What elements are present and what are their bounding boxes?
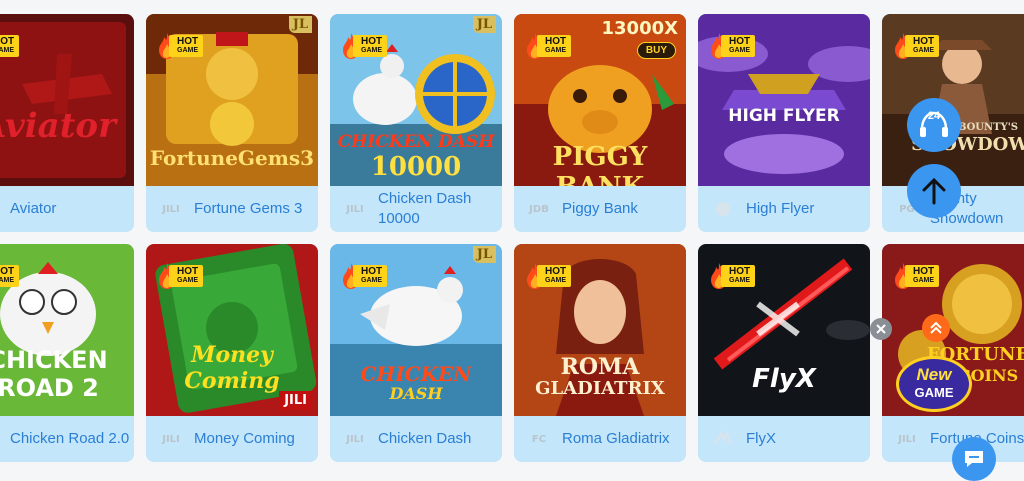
expand-promo-button[interactable] (922, 314, 950, 342)
game-name[interactable]: Fortune Gems 3 (188, 199, 306, 219)
game-logo: CHICKEN DASH (337, 132, 495, 152)
provider-logo: JDB (529, 203, 549, 215)
game-footer[interactable]: JILI Chicken Dash (330, 416, 502, 462)
game-logo: PIGGY BANK (552, 142, 648, 186)
provider-logo (706, 431, 740, 446)
game-footer[interactable]: Aviator (0, 186, 134, 232)
game-logo: FortuneGems3 (149, 146, 315, 170)
game-name[interactable]: Piggy Bank (556, 199, 642, 219)
game-footer[interactable]: JDB Piggy Bank (514, 186, 686, 232)
hot-badge: HOTGAME (524, 262, 572, 290)
game-footer[interactable]: High Flyer (698, 186, 870, 232)
hot-badge: HOTGAME (156, 262, 204, 290)
provider-badge: JL (288, 16, 312, 33)
hot-badge: HOTGAME (340, 32, 388, 60)
provider-logo: FC (531, 433, 547, 445)
game-footer[interactable]: FlyX (698, 416, 870, 462)
chevron-double-up-icon (930, 321, 942, 334)
hot-badge: HOTGAME (0, 32, 20, 60)
game-footer[interactable]: JILI Fortune Gems 3 (146, 186, 318, 232)
game-name[interactable]: Chicken Road 2.0 (4, 429, 133, 449)
max-multiplier: 13000X (601, 18, 679, 39)
game-name[interactable]: Money Coming (188, 429, 299, 449)
game-name[interactable]: FlyX (740, 429, 780, 449)
close-icon (876, 324, 886, 334)
game-card-piggy-bank[interactable]: 13000X BUY PIGGY BANK HOTGAME JDB Piggy … (514, 14, 686, 232)
game-card-aviator[interactable]: Aviator HOTGAME Aviator (0, 14, 134, 232)
game-logo: HIGH FLYER (728, 106, 840, 126)
game-thumbnail[interactable]: Aviator (0, 14, 134, 186)
close-popup-button[interactable] (870, 318, 892, 340)
game-card-high-flyer[interactable]: HIGH FLYER HOT GAME High Flyer (698, 14, 870, 232)
provider-logo: JILI (898, 433, 916, 445)
game-name[interactable]: High Flyer (740, 199, 818, 219)
hot-badge: HOTGAME (340, 262, 388, 290)
hot-badge: HOTGAME (708, 262, 756, 290)
buy-badge: BUY (636, 42, 676, 59)
game-logo-number: 10000 (370, 152, 462, 182)
game-name[interactable]: Roma Gladiatrix (556, 429, 674, 449)
game-name[interactable]: Chicken Dash (372, 429, 475, 449)
game-footer[interactable]: Chicken Road 2.0 (0, 416, 134, 462)
game-logo: ROMA (560, 354, 640, 380)
hot-badge: HOTGAME (524, 32, 572, 60)
game-logo-sub: DASH (389, 384, 443, 403)
game-logo: CHICKEN (360, 362, 472, 386)
support-24-label: 24 (927, 110, 941, 122)
new-game-badge: New GAME (896, 356, 972, 412)
game-card-fortune-coins[interactable]: FORTUNE COINS New GAME HOT GAME JILI Fort… (882, 244, 1024, 462)
game-card-fortune-gems-3[interactable]: FortuneGems3 JL HOT GAME JILI Fortune Gem… (146, 14, 318, 232)
game-logo: Aviator (0, 106, 116, 146)
game-card-chicken-dash-10000[interactable]: CHICKEN DASH 10000 JL HOT GAME JILI Chick… (330, 14, 502, 232)
jili-brand: JILI (279, 391, 312, 410)
game-card-roma-gladiatrix[interactable]: ROMA GLADIATRIX HOT GAME FC Roma Gladiatr… (514, 244, 686, 462)
provider-badge: JL (472, 16, 496, 33)
game-name[interactable]: Chicken Dash 10000 (372, 189, 502, 229)
hot-badge: HOTGAME (892, 32, 940, 60)
hot-badge: HOTGAME (892, 262, 940, 290)
game-logo: CHICKEN (0, 346, 108, 374)
provider-logo: JILI (162, 203, 180, 215)
game-name[interactable]: Aviator (4, 199, 60, 219)
game-logo-sub: GLADIATRIX (535, 378, 665, 399)
game-card-chicken-dash[interactable]: CHICKEN DASH JL HOT GAME JILI Chicken Das… (330, 244, 502, 462)
hot-badge: HOTGAME (708, 32, 756, 60)
game-logo: Money Coming (184, 342, 280, 394)
hot-badge: HOTGAME (156, 32, 204, 60)
hot-badge: HOTGAME (0, 262, 20, 290)
game-card-money-coming[interactable]: Money Coming JILI HOT GAME JILI Money Com… (146, 244, 318, 462)
provider-logo: JILI (346, 203, 364, 215)
game-logo: FlyX (752, 364, 816, 394)
game-card-flyx[interactable]: FlyX HOT GAME FlyX (698, 244, 870, 462)
arrow-up-icon (922, 177, 946, 205)
game-card-chicken-road-2[interactable]: CHICKEN ROAD 2 HOTGAME Chicken Road 2.0 (0, 244, 134, 462)
scroll-top-button[interactable] (907, 164, 961, 218)
provider-logo: JILI (346, 433, 364, 445)
game-thumbnail[interactable]: CHICKEN ROAD 2 (0, 244, 134, 416)
provider-badge: JL (472, 246, 496, 263)
support-24h-button[interactable]: 24 (907, 98, 961, 152)
chat-button[interactable] (952, 437, 996, 481)
chat-icon (965, 451, 983, 467)
game-footer[interactable]: FC Roma Gladiatrix (514, 416, 686, 462)
provider-logo: JILI (162, 433, 180, 445)
game-footer[interactable]: JILI Chicken Dash 10000 (330, 186, 502, 232)
game-logo-sub: ROAD 2 (0, 374, 99, 402)
provider-logo (706, 202, 740, 216)
game-footer[interactable]: JILI Money Coming (146, 416, 318, 462)
